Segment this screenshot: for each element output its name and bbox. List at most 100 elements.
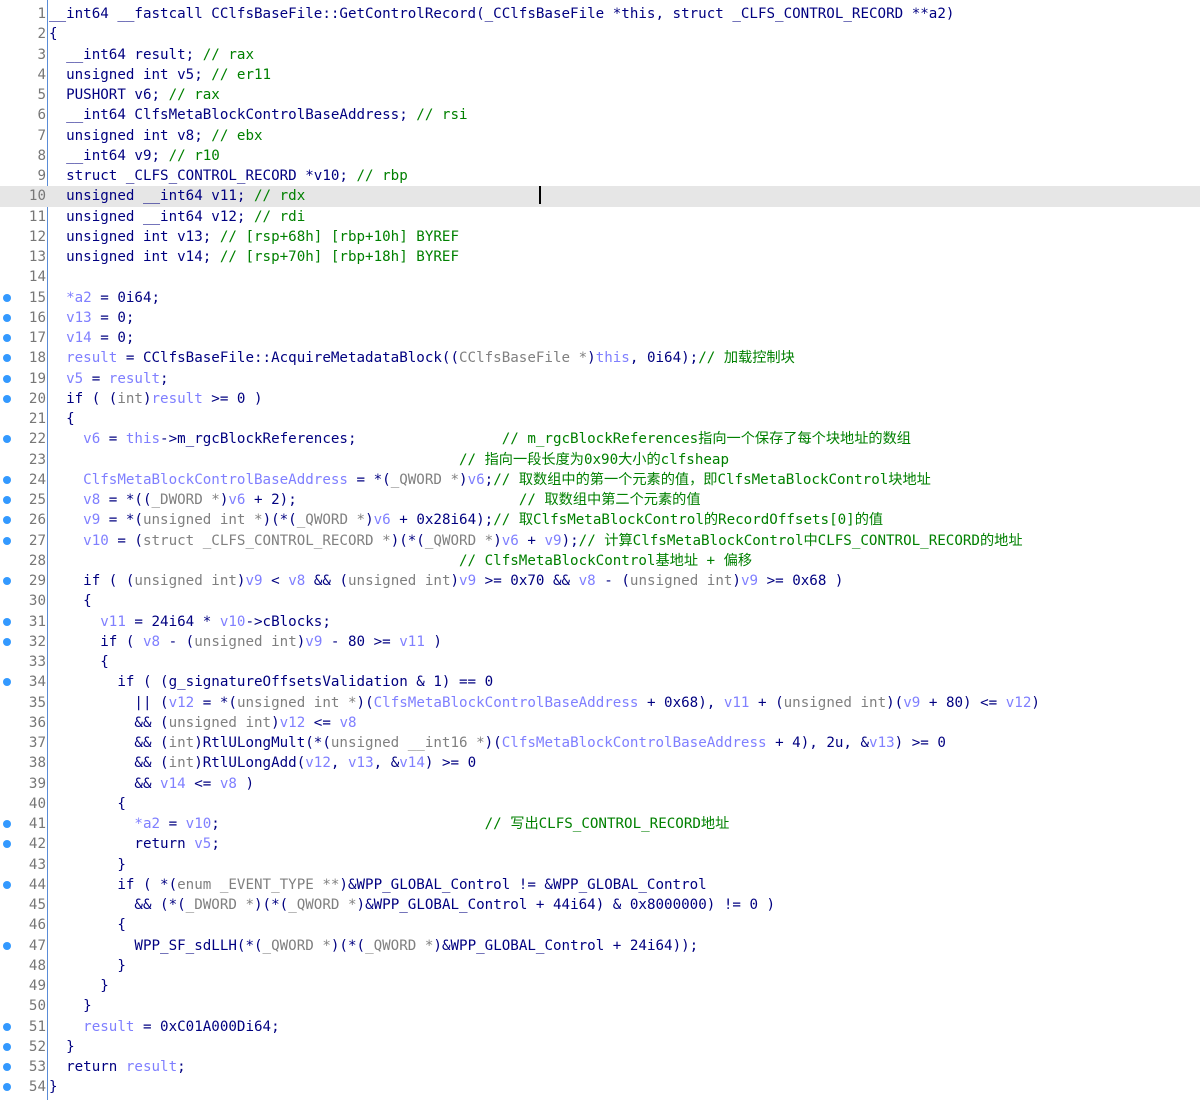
code-token: v9 (245, 573, 263, 589)
code-line[interactable]: 21 { (0, 409, 1200, 429)
code-token: && ( (49, 714, 169, 731)
line-number: 35 (28, 694, 46, 711)
code-line[interactable]: 46 { (0, 915, 1200, 935)
code-line[interactable]: 42 return v5; (0, 834, 1200, 854)
code-line[interactable]: 20 if ( (int)result >= 0 ) (0, 389, 1200, 409)
code-line[interactable]: 39 && v14 <= v8 ) (0, 774, 1200, 794)
code-line[interactable]: 13 unsigned int v14; // [rsp+70h] [rbp+1… (0, 247, 1200, 267)
code-token: ) (493, 532, 502, 549)
code-line[interactable]: 7 unsigned int v8; // ebx (0, 126, 1200, 146)
line-number: 3 (37, 46, 46, 63)
code-line[interactable]: 16 v13 = 0; (0, 308, 1200, 328)
code-line[interactable]: 18 result = CClfsBaseFile::AcquireMetada… (0, 348, 1200, 368)
code-text: && (*(_DWORD *)(*(_QWORD *)&WPP_GLOBAL_C… (49, 895, 775, 915)
code-line[interactable]: 40 { (0, 794, 1200, 814)
code-token: ; (177, 1059, 186, 1075)
code-token: && ( (49, 735, 169, 751)
code-line[interactable]: 27 v10 = (struct _CLFS_CONTROL_RECORD *)… (0, 531, 1200, 551)
code-line[interactable]: 11 unsigned __int64 v12; // rdi (0, 207, 1200, 227)
code-line[interactable]: 28 // ClfsMetaBlockControl基地址 + 偏移 (0, 551, 1200, 571)
code-token: } (49, 998, 92, 1015)
code-token: ) (424, 633, 442, 650)
code-token: v5 (194, 836, 212, 853)
code-line[interactable]: 29 if ( (unsigned int)v9 < v8 && (unsign… (0, 571, 1200, 591)
code-line[interactable]: 45 && (*(_DWORD *)(*(_QWORD *)&WPP_GLOBA… (0, 895, 1200, 915)
code-line[interactable]: 33 { (0, 652, 1200, 672)
code-line[interactable]: 49 } (0, 976, 1200, 996)
code-line[interactable]: 2{ (0, 24, 1200, 44)
line-number: 44 (28, 876, 46, 893)
code-line[interactable]: 37 && (int)RtlULongMult(*(unsigned __int… (0, 733, 1200, 753)
code-token: _QWORD * (262, 937, 331, 954)
line-number: 33 (28, 654, 46, 670)
code-line[interactable]: 44 if ( *(enum _EVENT_TYPE **)&WPP_GLOBA… (0, 875, 1200, 895)
code-token: = (160, 816, 186, 832)
code-line[interactable]: 43 } (0, 855, 1200, 875)
code-line[interactable]: 34 if ( (g_signatureOffsetsValidation & … (0, 672, 1200, 692)
code-line[interactable]: 17 v14 = 0; (0, 328, 1200, 348)
code-line[interactable]: 24 ClfsMetaBlockControlBaseAddress = *(_… (0, 470, 1200, 490)
code-comment: // rsi (416, 107, 468, 124)
code-line[interactable]: 36 && (unsigned int)v12 <= v8 (0, 713, 1200, 733)
code-line[interactable]: 4 unsigned int v5; // er11 (0, 65, 1200, 85)
code-token: PUSHORT v6; (49, 87, 169, 103)
code-line[interactable]: 5 PUSHORT v6; // rax (0, 85, 1200, 105)
code-text: result = 0xC01A000Di64; (49, 1017, 279, 1037)
code-token: ->m_rgcBlockReferences; (160, 431, 502, 448)
code-line[interactable]: 54} (0, 1077, 1200, 1097)
code-token: struct _CLFS_CONTROL_RECORD *v10; (49, 168, 357, 184)
code-token: unsigned int (348, 573, 451, 589)
code-line[interactable]: 6 __int64 ClfsMetaBlockControlBaseAddres… (0, 105, 1200, 125)
code-line[interactable]: 35 || (v12 = *(unsigned int *)(ClfsMetaB… (0, 693, 1200, 713)
code-text: && (unsigned int)v12 <= v8 (49, 713, 356, 733)
code-line[interactable]: 1 __int64 __fastcall CClfsBaseFile::GetCo… (0, 4, 1200, 24)
code-line[interactable]: 53 return result; (0, 1057, 1200, 1077)
code-line[interactable]: 48 } (0, 956, 1200, 976)
code-line[interactable]: 14 (0, 267, 1200, 287)
code-line[interactable]: 41 *a2 = v10; // 写出CLFS_CONTROL_RECORD地址 (0, 814, 1200, 834)
pseudocode-editor[interactable]: 1 __int64 __fastcall CClfsBaseFile::GetCo… (0, 0, 1200, 1100)
code-token: )(*( (390, 532, 425, 549)
code-comment: // 取数组中第二个元素的值 (518, 492, 701, 508)
code-line[interactable]: 32 if ( v8 - (unsigned int)v9 - 80 >= v1… (0, 632, 1200, 652)
code-comment: // ClfsMetaBlockControl基地址 + 偏移 (459, 552, 753, 569)
code-line[interactable]: 9 struct _CLFS_CONTROL_RECORD *v10; // r… (0, 166, 1200, 186)
code-line[interactable]: 26 v9 = *(unsigned int *)(*(_QWORD *)v6 … (0, 510, 1200, 530)
code-token: int (168, 735, 195, 751)
code-token: v9 (903, 694, 921, 711)
code-comment: // rax (168, 87, 220, 103)
code-token: if ( ( (49, 573, 135, 589)
code-line[interactable]: 47 WPP_SF_sdLLH(*(_QWORD *)(*(_QWORD *)&… (0, 936, 1200, 956)
code-line[interactable]: 22 v6 = this->m_rgcBlockReferences; // m… (0, 429, 1200, 449)
code-token: v10 (185, 816, 212, 832)
code-line[interactable]: 12 unsigned int v13; // [rsp+68h] [rbp+1… (0, 227, 1200, 247)
code-line[interactable]: 52 } (0, 1037, 1200, 1057)
code-token: && ( (305, 573, 348, 589)
code-line[interactable]: 30 { (0, 591, 1200, 611)
line-number: 32 (28, 633, 46, 650)
code-line[interactable]: 38 && (int)RtlULongAdd(v12, v13, &v14) >… (0, 753, 1200, 773)
code-line[interactable]: 23 // 指向一段长度为0x90大小的clfsheap (0, 450, 1200, 470)
code-token: _QWORD * (365, 937, 434, 954)
code-text: __int64 __fastcall CClfsBaseFile::GetCon… (49, 4, 954, 24)
code-line[interactable]: 25 v8 = *((_DWORD *)v6 + 2); // 取数组中第二个元… (0, 490, 1200, 510)
code-text: return result; (49, 1057, 186, 1077)
code-line[interactable]: 50 } (0, 996, 1200, 1016)
code-line[interactable]: 8 __int64 v9; // r10 (0, 146, 1200, 166)
code-line[interactable]: 10 unsigned __int64 v11; // rdx (0, 186, 1200, 207)
code-text: { (49, 652, 109, 672)
code-token: result (49, 1018, 135, 1035)
code-token: *a2 (49, 816, 161, 832)
code-token: = 0i64; (91, 289, 161, 306)
code-text: result = CClfsBaseFile::AcquireMetadataB… (49, 348, 795, 368)
code-token: v12 (279, 714, 306, 731)
code-line[interactable]: 15 *a2 = 0i64; (0, 288, 1200, 308)
code-line[interactable]: 31 v11 = 24i64 * v10->cBlocks; (0, 612, 1200, 632)
code-token: v11 (49, 613, 126, 630)
code-text: __int64 v9; // r10 (49, 146, 220, 166)
code-line[interactable]: 19 v5 = result; (0, 369, 1200, 389)
code-line[interactable]: 3 __int64 result; // rax (0, 45, 1200, 65)
code-text: && v14 <= v8 ) (49, 774, 254, 794)
code-line[interactable]: 51 result = 0xC01A000Di64; (0, 1017, 1200, 1037)
